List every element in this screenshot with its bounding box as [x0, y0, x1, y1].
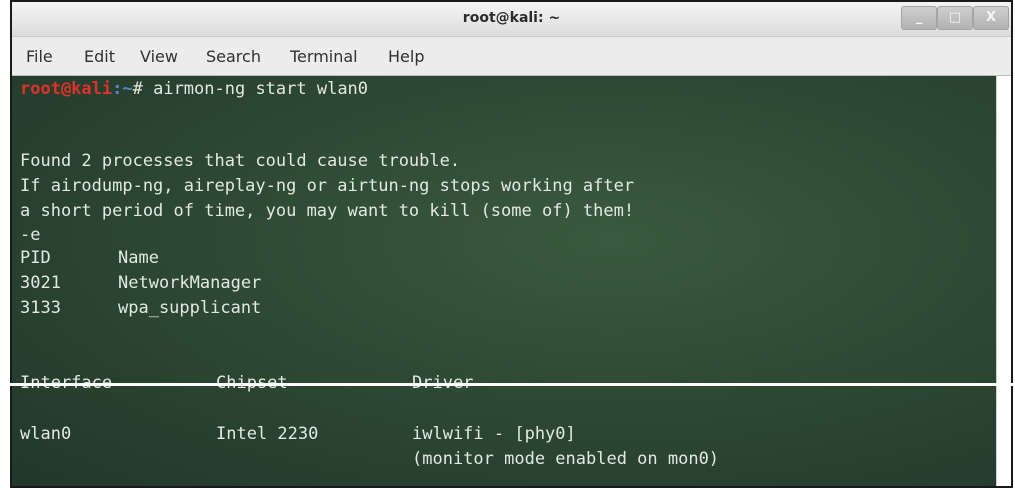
process-pid: 3133 [20, 298, 61, 318]
terminal-output[interactable]: root@kali:~# airmon-ng start wlan0 Found… [12, 76, 1011, 486]
driver-name: iwlwifi - [phy0] [412, 424, 576, 444]
command-text: airmon-ng start wlan0 [142, 79, 369, 99]
prompt-path: :~ [112, 79, 133, 99]
chipset-name: Intel 2230 [216, 424, 319, 444]
title-bar[interactable]: root@kali: ~ _ □ X [12, 2, 1011, 37]
prompt-symbol: # [132, 79, 143, 99]
menu-bar: File Edit View Search Terminal Help [12, 37, 1011, 76]
menu-edit[interactable]: Edit [80, 45, 119, 68]
message-line: a short period of time, you may want to … [20, 201, 635, 221]
name-header: Name [118, 248, 159, 268]
monitor-mode-note: (monitor mode enabled on mon0) [412, 449, 720, 469]
scrollbar[interactable] [996, 76, 1011, 486]
message-line: Found 2 processes that could cause troub… [20, 151, 461, 171]
interface-name: wlan0 [20, 424, 72, 444]
prompt-user: root@kali [20, 79, 113, 99]
menu-file[interactable]: File [22, 45, 57, 68]
minimize-button[interactable]: _ [901, 6, 937, 30]
menu-view[interactable]: View [136, 45, 182, 68]
menu-terminal[interactable]: Terminal [286, 45, 362, 68]
menu-help[interactable]: Help [384, 45, 428, 68]
process-name: wpa_supplicant [118, 298, 262, 318]
terminal-window: root@kali: ~ _ □ X File Edit View Search… [10, 0, 1013, 488]
process-pid: 3021 [20, 273, 61, 293]
close-button[interactable]: X [973, 6, 1009, 30]
window-title: root@kali: ~ [462, 10, 561, 26]
maximize-button[interactable]: □ [937, 6, 973, 30]
pid-header: PID [20, 248, 51, 268]
process-name: NetworkManager [118, 273, 262, 293]
divider [0, 383, 1015, 386]
message-line: -e [20, 225, 41, 245]
message-line: If airodump-ng, aireplay-ng or airtun-ng… [20, 176, 635, 196]
command-line: root@kali:~# airmon-ng start wlan0 [20, 78, 368, 100]
menu-search[interactable]: Search [202, 45, 265, 68]
